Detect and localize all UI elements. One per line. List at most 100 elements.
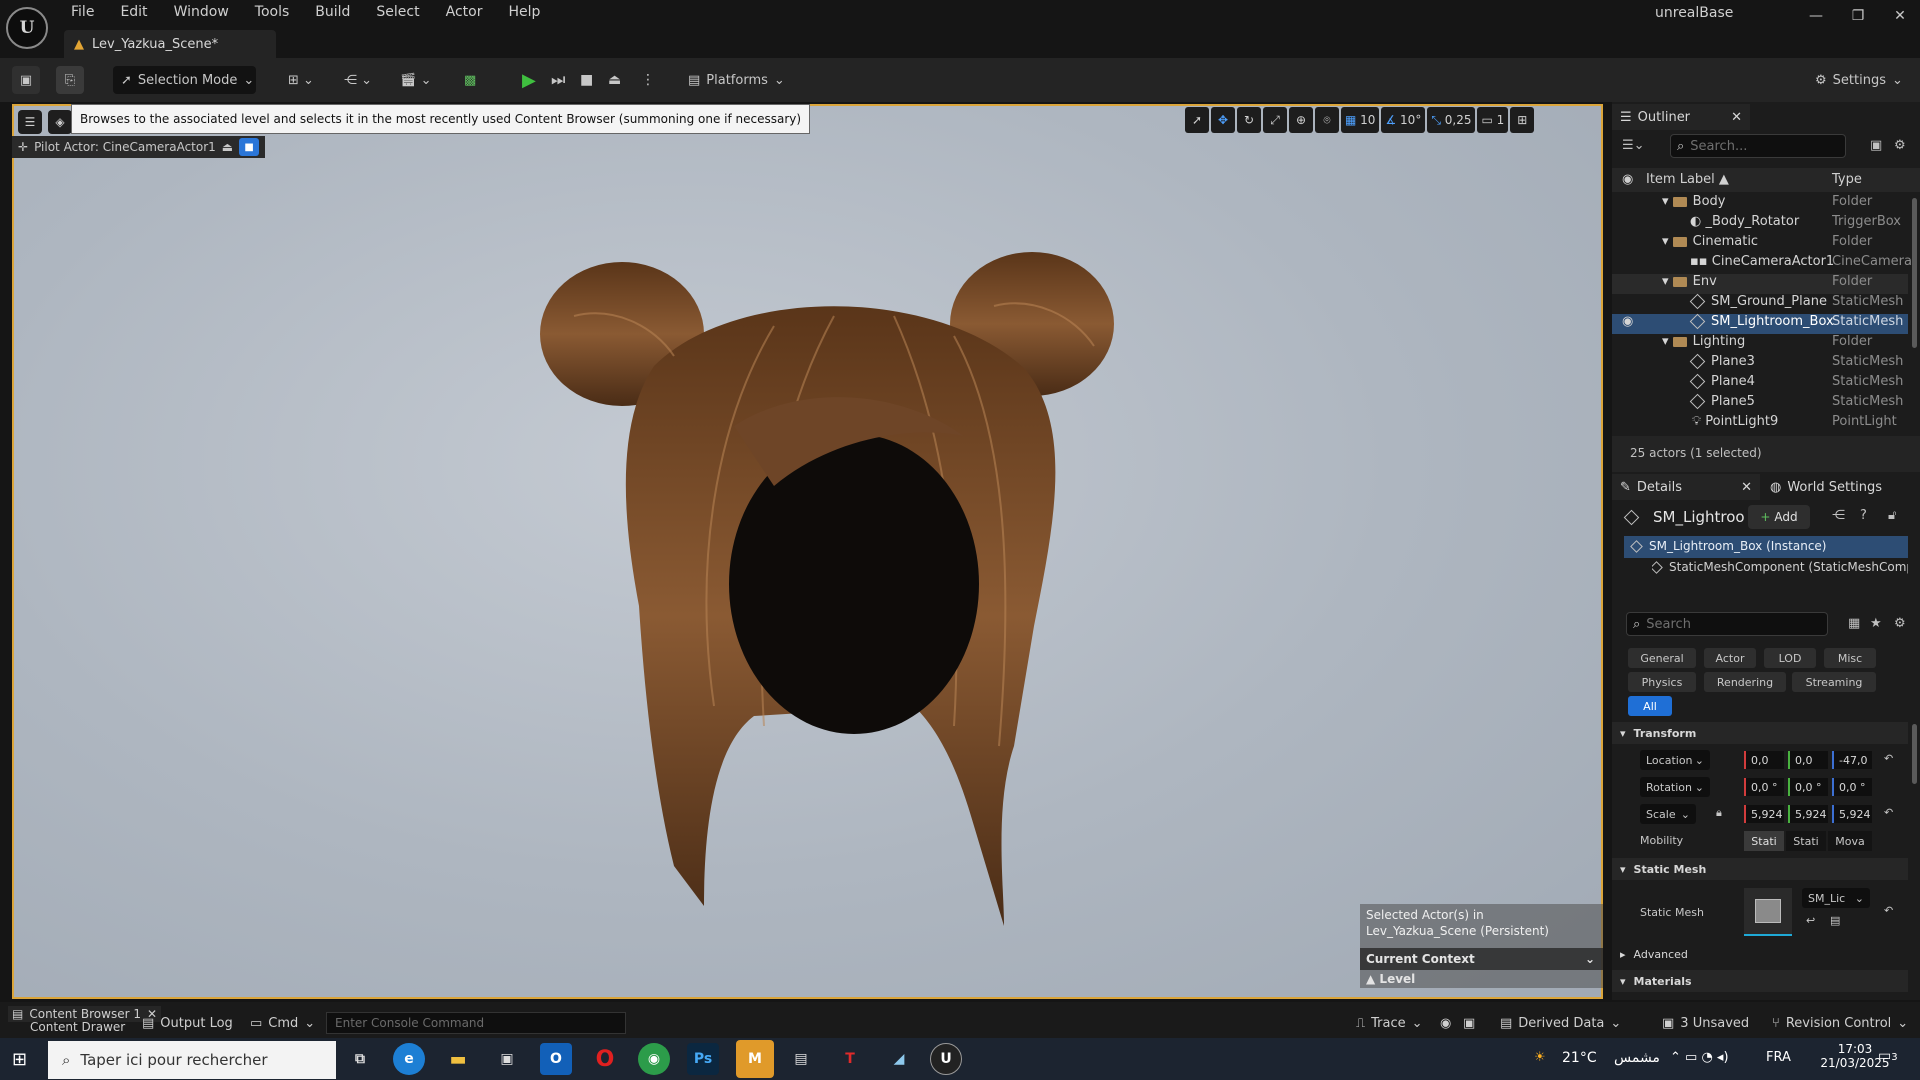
mesh-thumbnail[interactable] [1744, 888, 1792, 936]
scale-snap-button[interactable]: ⤡ 0,25 [1427, 107, 1476, 133]
current-context-header[interactable]: Current Context ⌄ [1360, 948, 1603, 970]
static-mesh-section[interactable]: ▾ Static Mesh [1612, 858, 1908, 880]
filter-icon[interactable]: ☰⌄ [1622, 138, 1645, 153]
close-icon[interactable]: ✕ [1890, 8, 1910, 26]
use-selected-icon[interactable]: ↩ [1806, 914, 1815, 927]
photoshop-icon[interactable]: Ps [687, 1043, 719, 1075]
outliner-row-lighting[interactable]: ▾ Lighting Folder [1612, 334, 1908, 354]
browse-icon[interactable]: ▤ [1830, 914, 1840, 927]
notification-icon[interactable]: ▭3 [1878, 1048, 1898, 1064]
details-tab[interactable]: ✎ Details ✕ [1612, 474, 1760, 500]
outliner-row-body[interactable]: ▾ Body Folder [1612, 194, 1908, 214]
language-indicator[interactable]: FRA [1766, 1050, 1791, 1065]
reset-icon[interactable]: ↶ [1884, 904, 1893, 917]
output-log-button[interactable]: ▤ Output Log [142, 1012, 233, 1034]
restore-icon[interactable]: ❐ [1848, 8, 1868, 26]
surface-snap-icon[interactable]: ⌾ [1315, 107, 1339, 133]
camera-speed-button[interactable]: ▭ 1 [1477, 107, 1509, 133]
mobility-stationary[interactable]: Stati [1786, 831, 1826, 851]
filter-streaming[interactable]: Streaming [1792, 672, 1876, 692]
eject-pilot-icon[interactable]: ⏏ [222, 140, 233, 154]
browse-level-icon[interactable]: ⎘ [56, 66, 84, 94]
store-icon[interactable]: ▣ [491, 1043, 523, 1075]
close-tab-icon[interactable]: ✕ [1741, 480, 1752, 495]
add-folder-icon[interactable]: ▣ [1870, 138, 1882, 153]
trace-dropdown[interactable]: ⎍ Trace ⌄ [1356, 1012, 1423, 1034]
mobility-static[interactable]: Stati [1744, 831, 1784, 851]
draw-app-icon[interactable]: ◢ [883, 1043, 915, 1075]
gear-icon[interactable]: ⚙ [1894, 616, 1906, 631]
play-icon[interactable]: ▶ [522, 66, 536, 94]
location-dropdown[interactable]: Location ⌄ [1640, 750, 1710, 770]
unreal-taskbar-icon[interactable]: U [930, 1043, 962, 1075]
scale-y[interactable]: 5,924 [1788, 805, 1828, 823]
unreal-logo-icon[interactable]: U [6, 7, 48, 49]
level-tab[interactable]: ▲ Lev_Yazkua_Scene* [64, 30, 276, 58]
star-icon[interactable]: ★ [1870, 616, 1882, 631]
cinematics-icon[interactable]: 🎬︎ ⌄ [400, 66, 432, 94]
windows-start-icon[interactable]: ⊞ [12, 1049, 27, 1070]
content-drawer-button[interactable]: Content Drawer [30, 1016, 125, 1038]
rotation-x[interactable]: 0,0 ° [1744, 778, 1784, 796]
component-row[interactable]: StaticMeshComponent (StaticMeshComp [1652, 560, 1908, 580]
item-label-column[interactable]: Item Label ▲ [1646, 172, 1729, 187]
outliner-row-cinecamera[interactable]: ▪▪ CineCameraActor1 CineCamera [1612, 254, 1912, 274]
mobility-movable[interactable]: Mova [1828, 831, 1872, 851]
scale-tool-icon[interactable]: ⤢ [1263, 107, 1287, 133]
menu-file[interactable]: File [58, 3, 107, 21]
visibility-icon[interactable]: ◉ [1622, 314, 1633, 329]
task-view-icon[interactable]: ⧉ [344, 1043, 376, 1075]
outliner-row-body-rotator[interactable]: ◐ _Body_Rotator TriggerBox [1612, 214, 1908, 234]
level-viewport[interactable] [12, 104, 1603, 999]
details-search-input[interactable]: ⌕ Search [1626, 612, 1828, 636]
stop-icon[interactable]: ■ [580, 66, 593, 94]
reset-icon[interactable]: ↶ [1884, 806, 1893, 819]
viewport-layout-icon[interactable]: ⊞ [1510, 107, 1535, 133]
filter-lod[interactable]: LOD [1764, 648, 1816, 668]
transform-section[interactable]: ▾ Transform [1612, 722, 1908, 744]
outliner-row-plane5[interactable]: Plane5 StaticMesh [1612, 393, 1908, 414]
menu-window[interactable]: Window [161, 3, 242, 21]
outliner-row-lightroom-box[interactable]: ◉ SM_Lightroom_Box StaticMesh [1612, 313, 1908, 334]
actor-name[interactable]: SM_Lightroo [1653, 508, 1745, 526]
selection-mode-dropdown[interactable]: ➚ Selection Mode ⌄ [113, 66, 256, 94]
menu-actor[interactable]: Actor [433, 3, 496, 21]
eject-icon[interactable]: ⏏ [608, 66, 621, 94]
unsaved-button[interactable]: ▣ 3 Unsaved [1662, 1012, 1749, 1034]
save-icon[interactable]: ▣ [12, 66, 40, 94]
blueprint-icon[interactable]: ⋲ ⌄ [344, 66, 372, 94]
menu-build[interactable]: Build [302, 3, 363, 21]
tray-icons[interactable]: ⌃ ▭ ◔ ◂) [1670, 1050, 1729, 1065]
lock-icon[interactable]: 🔒︎ [1716, 806, 1722, 820]
type-column[interactable]: Type [1832, 172, 1862, 187]
rotation-snap-button[interactable]: ∡ 10° [1381, 107, 1426, 133]
translate-tool-icon[interactable]: ✥ [1211, 107, 1235, 133]
outliner-row-plane4[interactable]: Plane4 StaticMesh [1612, 373, 1908, 394]
record-icon[interactable]: ◉ [1440, 1012, 1451, 1034]
instance-row[interactable]: SM_Lightroom_Box (Instance) [1624, 536, 1908, 558]
outliner-search-input[interactable]: ⌕ Search... [1670, 134, 1846, 158]
advanced-section[interactable]: ▸ Advanced [1612, 943, 1908, 965]
cmd-dropdown[interactable]: ▭ Cmd ⌄ [250, 1012, 315, 1034]
app-icon[interactable]: ▤ [785, 1043, 817, 1075]
taskbar-search[interactable]: ⌕ Taper ici pour rechercher [48, 1041, 336, 1079]
filter-rendering[interactable]: Rendering [1704, 672, 1786, 692]
close-tab-icon[interactable]: ✕ [1731, 110, 1742, 125]
modes-icon[interactable]: ▩ [464, 66, 476, 94]
scale-dropdown[interactable]: Scale ⌄ [1640, 804, 1696, 824]
edge-icon[interactable]: e [393, 1043, 425, 1075]
console-input[interactable]: Enter Console Command [326, 1012, 626, 1034]
materials-section[interactable]: ▾ Materials [1612, 970, 1908, 992]
rotate-tool-icon[interactable]: ↻ [1237, 107, 1261, 133]
settings-dropdown[interactable]: ⚙ Settings ⌄ [1815, 66, 1903, 94]
weather-icon[interactable]: ☀ [1534, 1050, 1546, 1065]
hamburger-icon[interactable]: ☰ [18, 110, 42, 134]
maya-icon[interactable]: M [736, 1040, 774, 1078]
filter-general[interactable]: General [1628, 648, 1696, 668]
opera-icon[interactable]: O [589, 1043, 621, 1075]
step-icon[interactable]: ⏭ [551, 66, 565, 94]
file-explorer-icon[interactable]: ▬ [442, 1043, 474, 1075]
gear-icon[interactable]: ⚙ [1894, 138, 1906, 153]
outliner-row-cinematic[interactable]: ▾ Cinematic Folder [1612, 234, 1908, 254]
filter-physics[interactable]: Physics [1628, 672, 1696, 692]
